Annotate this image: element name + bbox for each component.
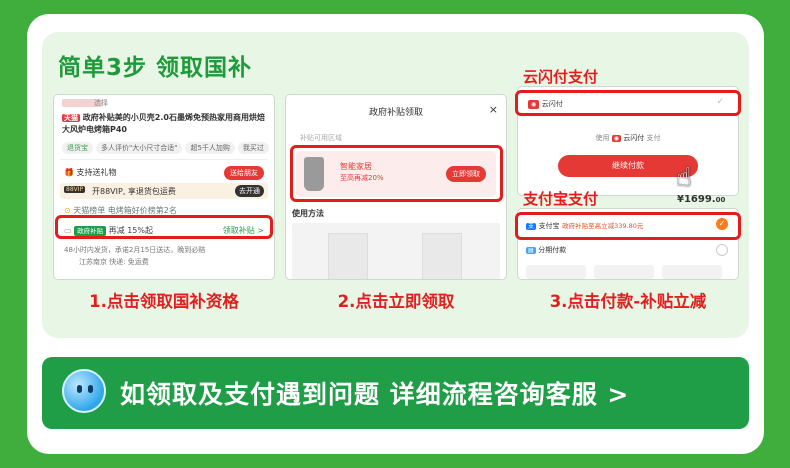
customer-service-banner[interactable]: 如领取及支付遇到问题 详细流程咨询客服 > — [42, 357, 749, 429]
step1-screenshot: 选择 天猫 政府补贴美的小贝壳2.0石墨烯免预热家用商用烘焙大风炉电烤箱P40 … — [53, 94, 275, 280]
trophy-icon: ⊙ — [64, 206, 71, 215]
vip-button[interactable]: 去开通 — [235, 185, 264, 197]
step2-screenshot: 政府补贴领取 × 补贴可用区域 智能家居 至高再减20% 立即领取 使用方法 — [285, 94, 507, 280]
step3-screenshot: 云闪付支付 ◉ 云闪付 ✓ 使用 ◉ 云闪付 支付 继续付款 ☝ 支付宝支付 ¥… — [515, 68, 741, 280]
close-icon[interactable]: × — [489, 103, 498, 116]
unionpay-heading: 云闪付支付 — [523, 68, 599, 86]
gift-row: 🎁 支持送礼物 — [64, 168, 117, 177]
gift-icon: 🎁 — [64, 168, 74, 177]
steps-panel: 简单3步 领取国补 选择 天猫 政府补贴美的小贝壳2.0石墨烯免预热家用商用烘焙… — [42, 32, 749, 338]
main-card: 简单3步 领取国补 选择 天猫 政府补贴美的小贝壳2.0石墨烯免预热家用商用烘焙… — [27, 14, 764, 454]
installment-plans — [526, 265, 730, 279]
step3-caption: 3.点击付款-补贴立减 — [549, 292, 707, 311]
highlight-box-subsidy — [55, 215, 273, 239]
use-unionpay-row: 使用 ◉ 云闪付 支付 — [595, 134, 661, 142]
step1-caption: 1.点击领取国补资格 — [89, 292, 239, 311]
page-title: 简单3步 领取国补 — [58, 55, 253, 81]
alipay-heading: 支付宝支付 — [523, 190, 599, 208]
tmall-badge: 天猫 — [62, 114, 80, 122]
usage-title: 使用方法 — [292, 209, 324, 218]
dialog-title: 政府补贴领取 — [368, 108, 423, 118]
vip-row: 88VIP 开88VIP, 享退货包运费 去开通 — [60, 183, 268, 199]
highlight-box-claim — [290, 145, 503, 202]
usage-area — [292, 223, 500, 279]
usage-image-1 — [328, 233, 368, 279]
radio-unselected[interactable] — [716, 244, 728, 256]
price: ¥1699.00 — [677, 194, 726, 205]
highlight-box-alipay — [515, 212, 741, 240]
customer-service-text: 如领取及支付遇到问题 详细流程咨询客服 > — [120, 380, 630, 409]
highlight-box-unionpay — [515, 90, 741, 116]
product-title: 天猫 政府补贴美的小贝壳2.0石墨烯免预热家用商用烘焙大风炉电烤箱P40 — [62, 113, 265, 134]
usage-image-2 — [422, 233, 462, 279]
dialog-subtitle: 补贴可用区域 — [300, 134, 342, 142]
shipping-row: 48小时内发货，承诺2月15日送达，晚到必赔 — [64, 246, 206, 254]
shipping-row-2: 江苏南京 快递: 免运费 — [79, 258, 149, 266]
installment-icon: ▤ — [526, 247, 536, 254]
gift-button[interactable]: 送给朋友 — [224, 166, 264, 180]
hand-cursor-icon: ☝ — [676, 163, 692, 193]
step2-caption: 2.点击立即领取 — [337, 292, 455, 311]
product-tags: 退货宝 多人评价"大小尺寸合适" 超5千人加购 我买过 — [62, 142, 272, 154]
installment-option[interactable]: ▤ 分期付款 — [526, 245, 566, 255]
mascot-icon — [62, 369, 106, 413]
select-label: 选择 — [94, 99, 108, 107]
